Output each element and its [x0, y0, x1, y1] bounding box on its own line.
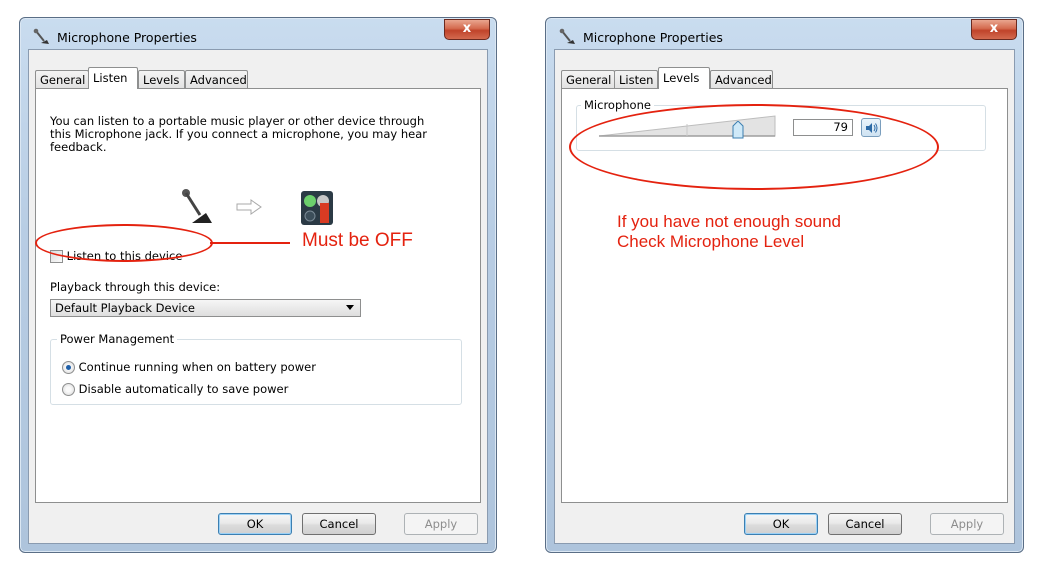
playback-label: Playback through this device:	[50, 280, 221, 294]
tab-levels[interactable]: Levels	[658, 67, 710, 89]
playback-device-select[interactable]: Default Playback Device	[50, 299, 361, 317]
tab-levels[interactable]: Levels	[138, 70, 185, 88]
tab-advanced[interactable]: Advanced	[710, 70, 773, 88]
radio-continue[interactable]	[62, 361, 75, 374]
window-title: Microphone Properties	[57, 30, 197, 45]
microphone-icon	[559, 28, 575, 44]
speaker-device-icon	[301, 191, 333, 225]
annotation-oval-level	[569, 104, 939, 190]
cancel-button[interactable]: Cancel	[302, 513, 376, 535]
tab-general[interactable]: General	[561, 70, 615, 88]
power-management-title: Power Management	[57, 332, 178, 346]
tab-listen[interactable]: Listen	[614, 70, 658, 88]
annotation-oval-listen	[35, 224, 213, 262]
annotation-must-be-off: Must be OFF	[302, 230, 413, 251]
annotation-line	[210, 242, 290, 244]
arrow-right-icon	[236, 199, 262, 215]
apply-button: Apply	[404, 513, 478, 535]
playback-device-value: Default Playback Device	[55, 301, 195, 315]
listen-tab-page: You can listen to a portable music playe…	[35, 88, 481, 503]
power-option-continue-label: Continue running when on battery power	[78, 360, 316, 374]
power-option-disable-label: Disable automatically to save power	[78, 382, 289, 396]
microphone-icon	[33, 28, 49, 44]
annotation-line-2: Check Microphone Level	[617, 232, 805, 251]
microphone-device-icon	[182, 189, 212, 223]
close-button[interactable]: x	[444, 19, 490, 40]
listen-description: You can listen to a portable music playe…	[50, 114, 428, 154]
cancel-button[interactable]: Cancel	[828, 513, 902, 535]
dropdown-arrow-icon	[346, 305, 354, 310]
dialog-client: General Listen Levels Advanced You can l…	[28, 49, 488, 544]
apply-button: Apply	[930, 513, 1004, 535]
radio-disable[interactable]	[62, 383, 75, 396]
annotation-line-1: If you have not enough sound	[617, 212, 842, 231]
tab-advanced[interactable]: Advanced	[185, 70, 248, 88]
ok-button[interactable]: OK	[218, 513, 292, 535]
microphone-level-label: Microphone	[581, 98, 654, 112]
power-option-continue[interactable]: Continue running when on battery power	[62, 360, 316, 374]
window-title: Microphone Properties	[583, 30, 723, 45]
annotation-level-note: If you have not enough sound Check Micro…	[617, 212, 841, 252]
close-button[interactable]: x	[971, 19, 1017, 40]
ok-button[interactable]: OK	[744, 513, 818, 535]
power-option-disable[interactable]: Disable automatically to save power	[62, 382, 288, 396]
tab-listen[interactable]: Listen	[88, 67, 138, 89]
close-icon: x	[989, 21, 999, 36]
power-management-group: Power Management Continue running when o…	[50, 332, 462, 405]
tab-general[interactable]: General	[35, 70, 89, 88]
microphone-properties-window-listen: Microphone Properties x General Listen L…	[19, 17, 497, 553]
microphone-properties-window-levels: Microphone Properties x General Listen L…	[545, 17, 1024, 553]
close-icon: x	[462, 21, 472, 36]
